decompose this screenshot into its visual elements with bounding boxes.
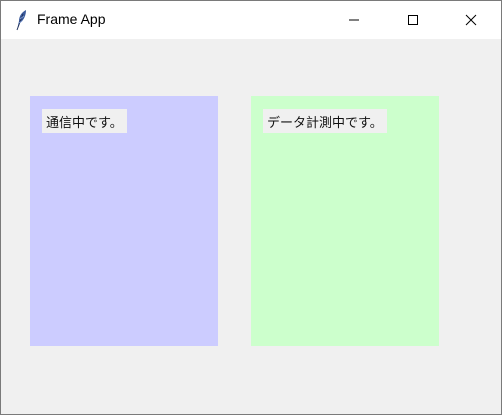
communication-status-label: 通信中です。 xyxy=(42,109,127,133)
measurement-frame: データ計測中です。 xyxy=(251,96,439,346)
minimize-button[interactable] xyxy=(331,1,377,39)
communication-frame: 通信中です。 xyxy=(30,96,218,346)
maximize-button[interactable] xyxy=(390,1,436,39)
maximize-icon xyxy=(407,11,419,30)
close-icon xyxy=(465,11,477,30)
window-title: Frame App xyxy=(37,11,106,27)
minimize-icon xyxy=(348,11,360,30)
title-bar[interactable]: Frame App xyxy=(1,1,501,39)
close-button[interactable] xyxy=(448,1,494,39)
client-area: 通信中です。 データ計測中です。 xyxy=(1,39,501,414)
measurement-status-label: データ計測中です。 xyxy=(263,109,387,133)
app-window: Frame App 通信中です。 データ計測中です。 xyxy=(0,0,502,415)
feather-icon xyxy=(14,9,28,31)
